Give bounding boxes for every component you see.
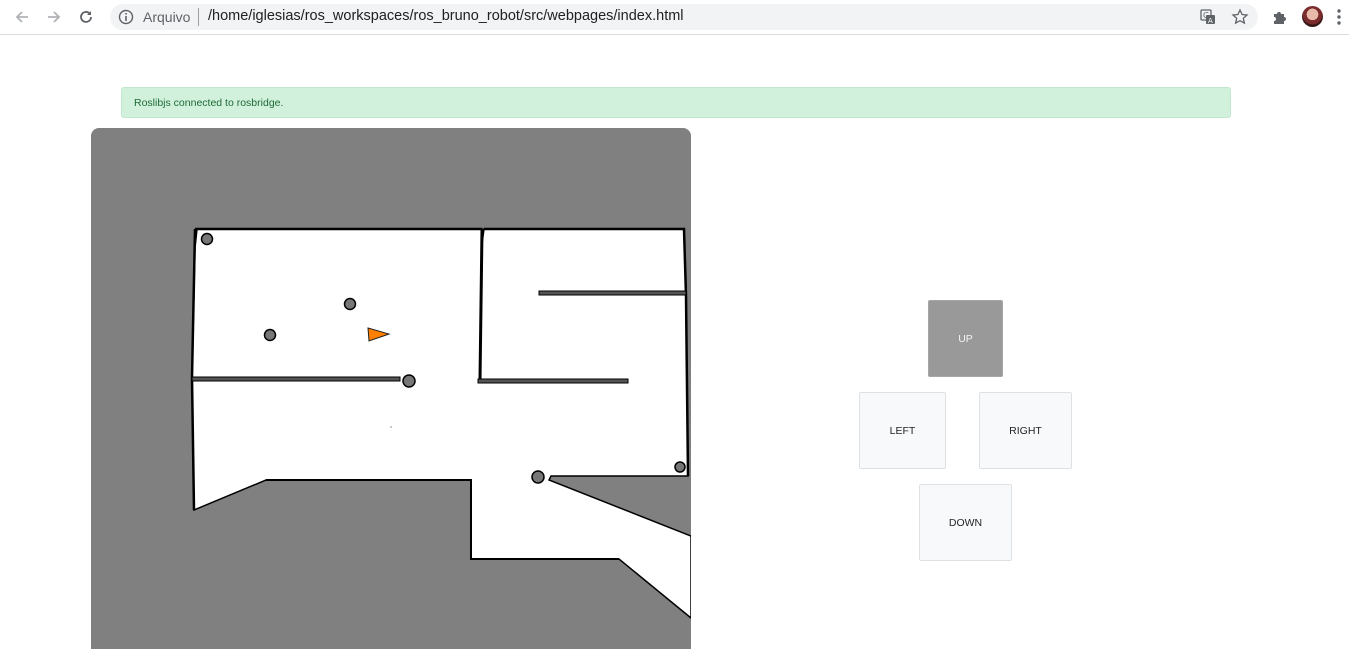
pillar-obstacle <box>531 470 545 484</box>
pillar-obstacle <box>200 232 214 246</box>
wall-internal-upper-right <box>538 290 687 296</box>
left-button[interactable]: LEFT <box>859 392 946 469</box>
map-canvas <box>190 227 691 619</box>
wall-internal-left <box>191 376 401 382</box>
back-button[interactable] <box>11 6 33 28</box>
connection-status-text: Roslibjs connected to rosbridge. <box>134 97 284 109</box>
connection-status-alert: Roslibjs connected to rosbridge. <box>121 87 1231 118</box>
back-arrow-icon <box>15 11 28 23</box>
pillar-obstacle <box>263 328 277 342</box>
forward-arrow-icon <box>48 11 61 23</box>
right-button[interactable]: RIGHT <box>979 392 1072 469</box>
pillar-obstacle <box>343 297 357 311</box>
pillar-obstacle <box>402 374 416 388</box>
puzzle-extensions-icon[interactable] <box>1270 7 1290 27</box>
wall-internal-vertical <box>478 228 484 381</box>
reload-icon <box>80 11 92 23</box>
pillar-obstacle <box>674 461 686 473</box>
translate-icon[interactable]: GA <box>1199 8 1217 26</box>
scheme-label: Arquivo <box>143 9 191 25</box>
star-icon[interactable] <box>1231 8 1249 26</box>
wall-internal-right <box>477 378 629 384</box>
svg-text:A: A <box>1208 17 1213 25</box>
info-icon[interactable] <box>118 9 134 25</box>
up-button[interactable]: UP <box>928 300 1003 377</box>
occupancy-map <box>91 128 691 649</box>
reload-button[interactable] <box>75 6 97 28</box>
forward-button[interactable] <box>43 6 65 28</box>
address-bar[interactable]: Arquivo /home/iglesias/ros_workspaces/ro… <box>110 4 1258 30</box>
down-button[interactable]: DOWN <box>919 484 1012 561</box>
omnibox-separator <box>198 8 199 26</box>
profile-avatar[interactable] <box>1302 6 1323 27</box>
kebab-menu-icon[interactable] <box>1336 8 1342 26</box>
map-noise-dot <box>390 426 392 428</box>
browser-toolbar: Arquivo /home/iglesias/ros_workspaces/ro… <box>0 0 1349 35</box>
url-text[interactable]: /home/iglesias/ros_workspaces/ros_bruno_… <box>208 8 684 24</box>
